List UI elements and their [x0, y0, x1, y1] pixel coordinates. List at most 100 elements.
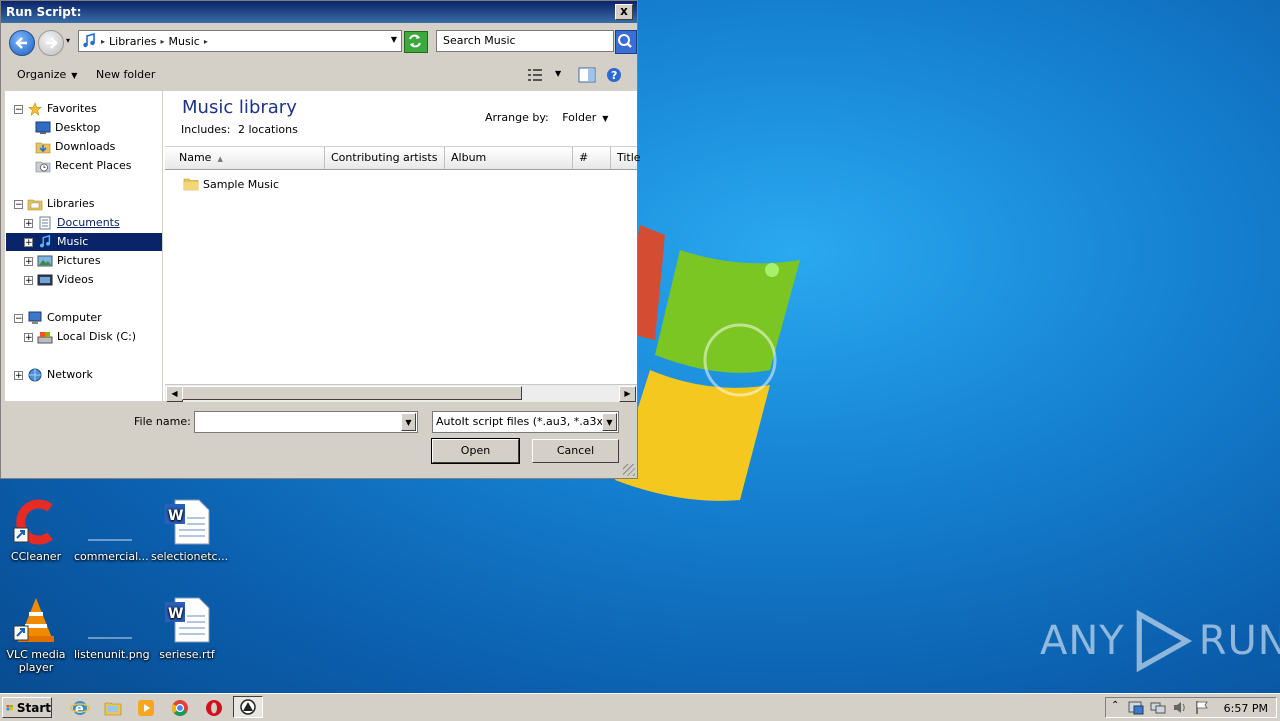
expand-icon[interactable]: +: [14, 370, 23, 380]
recent-pages-chevron-icon[interactable]: ▾: [66, 36, 70, 45]
search-input[interactable]: Search Music: [436, 30, 614, 52]
collapse-icon[interactable]: −: [14, 104, 23, 114]
locations-link[interactable]: 2 locations: [238, 123, 298, 136]
file-name-input[interactable]: ▼: [194, 411, 418, 433]
refresh-button[interactable]: [404, 31, 428, 53]
opera-icon[interactable]: [204, 698, 224, 718]
collapse-icon[interactable]: −: [14, 313, 23, 323]
list-item[interactable]: Sample Music: [183, 177, 279, 191]
computer-icon: [28, 311, 42, 324]
scrollbar-thumb[interactable]: [182, 386, 522, 400]
desktop-icon-commercial[interactable]: commercial...: [74, 498, 149, 563]
horizontal-scrollbar[interactable]: ◀ ▶: [165, 384, 637, 402]
chevron-down-icon: ▼: [71, 71, 78, 80]
close-button[interactable]: x: [615, 4, 633, 20]
preview-pane-icon[interactable]: [578, 67, 596, 83]
tree-item-downloads[interactable]: Downloads: [35, 138, 115, 156]
collapse-icon[interactable]: −: [14, 199, 23, 209]
breadcrumb-music[interactable]: Music: [169, 35, 200, 48]
flag-icon[interactable]: [1194, 700, 1210, 715]
search-icon: [618, 34, 632, 48]
expand-icon[interactable]: +: [24, 332, 33, 342]
pictures-icon: [37, 255, 53, 267]
resize-grip-icon[interactable]: [623, 464, 635, 476]
desktop-icon-ccleaner[interactable]: CCleaner: [0, 498, 72, 563]
start-button[interactable]: Start: [2, 697, 52, 718]
network-icon: [28, 368, 42, 382]
tree-item-local-disk[interactable]: + Local Disk (C:): [24, 328, 136, 346]
tree-item-favorites[interactable]: − Favorites: [14, 100, 97, 118]
organize-button[interactable]: Organize ▼: [17, 68, 77, 81]
autoit-icon: [240, 699, 256, 715]
desktop-icon-vlc[interactable]: VLC media player: [0, 596, 72, 674]
view-details-icon[interactable]: [527, 68, 543, 82]
file-type-select[interactable]: AutoIt script files (*.au3, *.a3x) ▼: [432, 411, 619, 433]
breadcrumb-libraries[interactable]: Libraries: [109, 35, 157, 48]
internet-explorer-icon[interactable]: e: [70, 698, 90, 718]
desktop-icon-seriese[interactable]: W seriese.rtf: [151, 596, 223, 661]
svg-text:?: ?: [611, 69, 617, 82]
back-button[interactable]: [9, 30, 35, 56]
word-document-icon: W: [163, 498, 211, 546]
column-header-name[interactable]: Name ▲: [165, 147, 325, 169]
play-icon: [1136, 610, 1192, 672]
dialog-titlebar[interactable]: Run Script: x: [1, 1, 637, 23]
view-options-chevron-icon[interactable]: ▼: [555, 69, 561, 78]
back-arrow-icon: [15, 37, 27, 49]
taskbar: Start e ⌃ 6:57 PM: [0, 693, 1280, 721]
chevron-down-icon[interactable]: ▼: [602, 413, 617, 431]
dialog-body: − Favorites Desktop Downloads Recent Pla…: [5, 91, 641, 402]
expand-icon[interactable]: +: [24, 237, 33, 247]
arrange-by-dropdown[interactable]: Folder ▼: [562, 111, 608, 124]
file-name-label: File name:: [134, 415, 191, 428]
forward-button[interactable]: [38, 30, 64, 56]
library-includes: Includes: 2 locations: [181, 123, 298, 136]
tree-item-recent-places[interactable]: Recent Places: [35, 157, 132, 175]
open-button[interactable]: Open: [431, 438, 520, 464]
system-tray: ⌃ 6:57 PM: [1105, 697, 1277, 718]
expand-icon[interactable]: +: [24, 218, 33, 228]
content-pane: Music library Includes: 2 locations Arra…: [165, 91, 641, 401]
column-header-number[interactable]: #: [573, 147, 611, 169]
action-center-icon[interactable]: [1128, 700, 1144, 715]
new-folder-button[interactable]: New folder: [96, 68, 155, 81]
image-file-icon: [86, 596, 134, 644]
breadcrumb-separator-icon[interactable]: ▸: [204, 37, 208, 46]
tree-item-computer[interactable]: − Computer: [14, 309, 102, 327]
breadcrumb-separator-icon[interactable]: ▸: [101, 37, 105, 46]
tree-item-desktop[interactable]: Desktop: [35, 119, 100, 137]
tree-item-network[interactable]: + Network: [14, 366, 93, 384]
show-hidden-icons-icon[interactable]: ⌃: [1111, 700, 1119, 711]
column-header-title[interactable]: Title: [611, 147, 641, 169]
desktop-icon-selectionetc[interactable]: W selectionetc...: [151, 498, 228, 563]
file-explorer-icon[interactable]: [103, 698, 123, 718]
tree-item-documents[interactable]: + Documents: [24, 214, 120, 232]
breadcrumb-separator-icon[interactable]: ▸: [161, 37, 165, 46]
search-button[interactable]: [615, 30, 637, 54]
expand-icon[interactable]: +: [24, 275, 33, 285]
media-player-icon[interactable]: [136, 698, 156, 718]
cancel-button[interactable]: Cancel: [532, 439, 619, 463]
recent-places-icon: [35, 161, 51, 173]
expand-icon[interactable]: +: [24, 256, 33, 266]
desktop-icon-listenunit[interactable]: listenunit.png: [74, 596, 150, 661]
taskbar-autoit-button[interactable]: [233, 696, 263, 718]
chevron-down-icon[interactable]: ▼: [401, 413, 416, 431]
music-note-icon: [40, 235, 51, 248]
address-bar[interactable]: ▸ Libraries ▸ Music ▸ ▼: [78, 30, 402, 52]
column-header-contributing-artists[interactable]: Contributing artists: [325, 147, 445, 169]
tree-item-libraries[interactable]: − Libraries: [14, 195, 95, 213]
help-icon[interactable]: ?: [606, 67, 622, 83]
network-tray-icon[interactable]: [1150, 700, 1166, 715]
scroll-left-icon[interactable]: ◀: [166, 386, 183, 402]
tree-item-pictures[interactable]: + Pictures: [24, 252, 101, 270]
tree-item-music[interactable]: + Music: [6, 233, 162, 251]
chrome-icon[interactable]: [170, 698, 190, 718]
address-dropdown-icon[interactable]: ▼: [391, 35, 397, 44]
scroll-right-icon[interactable]: ▶: [619, 386, 636, 402]
volume-icon[interactable]: [1172, 700, 1188, 715]
column-header-album[interactable]: Album: [445, 147, 573, 169]
tree-item-videos[interactable]: + Videos: [24, 271, 94, 289]
clock[interactable]: 6:57 PM: [1224, 702, 1268, 715]
star-icon: [28, 102, 42, 116]
